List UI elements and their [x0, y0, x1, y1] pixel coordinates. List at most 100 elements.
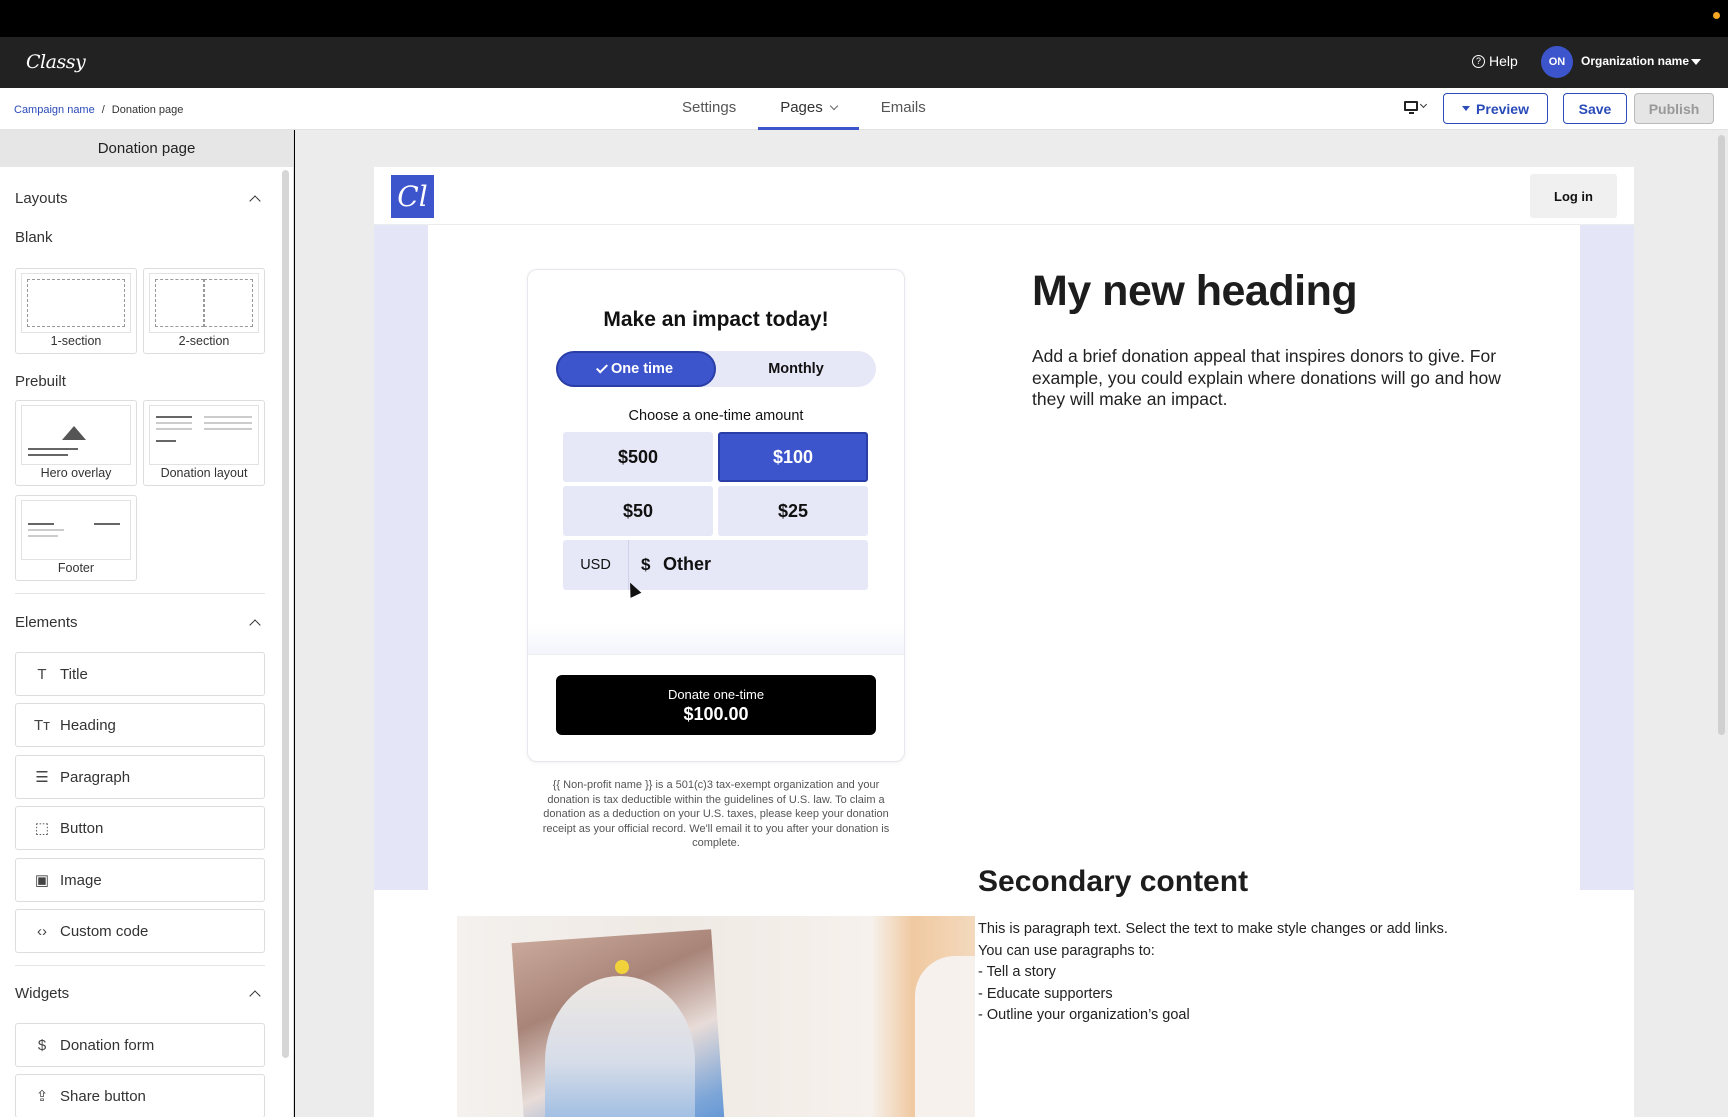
- frequency-toggle: One time Monthly: [556, 351, 876, 387]
- login-button[interactable]: Log in: [1530, 174, 1617, 218]
- mountain-icon: [62, 426, 86, 440]
- desktop-icon: [1404, 101, 1418, 114]
- breadcrumb: Campaign name / Donation page: [14, 104, 183, 116]
- widgets-title: Widgets: [15, 985, 70, 1002]
- other-amount-input[interactable]: USD $ Other: [563, 540, 868, 590]
- other-placeholder: Other: [663, 554, 712, 574]
- hero-section: Make an impact today! One time Monthly C…: [374, 225, 1634, 890]
- blank-subheading: Blank: [15, 229, 53, 246]
- layout-donation[interactable]: Donation layout: [143, 400, 265, 486]
- system-top-bar: [0, 0, 1728, 37]
- widget-share-button[interactable]: ⇪ Share button: [15, 1074, 265, 1117]
- page-header: Cl Log in: [374, 167, 1634, 225]
- element-label: Image: [60, 871, 102, 889]
- org-name[interactable]: Organization name: [1581, 54, 1689, 68]
- element-label: Heading: [60, 716, 116, 734]
- element-paragraph[interactable]: ☰ Paragraph: [15, 755, 265, 799]
- donate-button[interactable]: Donate one-time $100.00: [556, 675, 876, 735]
- heading-icon: Tт: [33, 716, 51, 734]
- help-link[interactable]: ? Help: [1472, 53, 1518, 69]
- hero-heading[interactable]: My new heading: [1032, 267, 1358, 316]
- layout-thumbnail: [149, 273, 259, 333]
- divider: [15, 965, 265, 966]
- layout-thumbnail: [21, 405, 131, 465]
- editor-tabs: Settings Pages Emails: [660, 88, 948, 130]
- one-time-option[interactable]: One time: [556, 351, 716, 387]
- save-button[interactable]: Save: [1563, 93, 1627, 124]
- breadcrumb-separator: /: [101, 104, 105, 116]
- tab-settings[interactable]: Settings: [660, 88, 758, 130]
- element-title[interactable]: T Title: [15, 652, 265, 696]
- element-heading[interactable]: Tт Heading: [15, 703, 265, 747]
- image-icon: ▣: [34, 872, 50, 889]
- tab-emails[interactable]: Emails: [859, 88, 948, 130]
- hero-paragraph[interactable]: Add a brief donation appeal that inspire…: [1032, 346, 1532, 411]
- preview-button[interactable]: Preview: [1443, 93, 1548, 124]
- form-title: Make an impact today!: [603, 308, 829, 331]
- recording-indicator: [1713, 12, 1720, 19]
- elements-title: Elements: [15, 614, 78, 631]
- paragraph-icon: ☰: [35, 769, 49, 786]
- amount-option[interactable]: $25: [718, 486, 868, 536]
- breadcrumb-campaign[interactable]: Campaign name: [14, 104, 95, 116]
- page-preview: Cl Log in Make an impact today! One time…: [374, 167, 1634, 1117]
- element-label: Button: [60, 819, 104, 837]
- check-icon: [595, 360, 608, 374]
- element-button[interactable]: ⬚ Button: [15, 806, 265, 850]
- element-custom-code[interactable]: ‹› Custom code: [15, 909, 265, 953]
- layout-thumbnail: [21, 500, 131, 560]
- secondary-paragraph[interactable]: This is paragraph text. Select the text …: [978, 919, 1448, 1027]
- layout-1-section[interactable]: 1-section: [15, 268, 137, 354]
- amount-option-selected[interactable]: $100: [718, 432, 868, 482]
- sidebar-scrollbar[interactable]: [282, 170, 289, 1058]
- donation-form-icon: $: [37, 1036, 47, 1054]
- donation-form: Make an impact today! One time Monthly C…: [527, 269, 905, 762]
- chevron-up-icon[interactable]: [249, 989, 261, 1002]
- one-time-label: One time: [610, 361, 674, 377]
- layout-label: Hero overlay: [40, 466, 112, 480]
- currency-select[interactable]: USD: [563, 540, 629, 590]
- element-label: Paragraph: [60, 768, 131, 786]
- widget-label: Donation form: [60, 1036, 155, 1054]
- amount-option[interactable]: $500: [563, 432, 713, 482]
- sidebar-title: Donation page: [0, 130, 293, 167]
- layout-footer[interactable]: Footer: [15, 495, 137, 581]
- secondary-heading[interactable]: Secondary content: [978, 865, 1248, 899]
- layouts-title: Layouts: [15, 190, 68, 207]
- secondary-image[interactable]: [457, 916, 975, 1117]
- chevron-down-icon: [829, 101, 838, 110]
- monthly-option[interactable]: Monthly: [716, 351, 876, 387]
- layout-thumbnail: [149, 405, 259, 465]
- donate-button-line1: Donate one-time: [667, 687, 765, 702]
- avatar[interactable]: ON: [1541, 46, 1573, 78]
- title-icon: T: [37, 665, 47, 683]
- layout-thumbnail: [21, 273, 131, 333]
- currency-symbol: $: [641, 555, 651, 574]
- chevron-up-icon[interactable]: [249, 194, 261, 207]
- divider: [15, 593, 265, 594]
- caret-down-icon: [1462, 106, 1471, 111]
- amount-option[interactable]: $50: [563, 486, 713, 536]
- layout-hero-overlay[interactable]: Hero overlay: [15, 400, 137, 486]
- element-label: Title: [60, 665, 88, 683]
- chevron-up-icon[interactable]: [249, 618, 261, 631]
- layout-label: Footer: [57, 561, 95, 575]
- layout-label: 2-section: [178, 334, 230, 348]
- sidebar: Donation page Layouts Blank 1-section 2-…: [0, 130, 294, 1117]
- paragraph-line: - Outline your organization’s goal: [978, 1007, 1190, 1023]
- classy-logo[interactable]: Classy: [26, 51, 86, 73]
- element-image[interactable]: ▣ Image: [15, 858, 265, 902]
- widget-donation-form[interactable]: $ Donation form: [15, 1023, 265, 1067]
- publish-button[interactable]: Publish: [1634, 93, 1714, 124]
- caret-down-icon[interactable]: [1691, 59, 1701, 65]
- page-logo[interactable]: Cl: [391, 175, 434, 218]
- elements-section-header[interactable]: Elements: [15, 614, 265, 631]
- widgets-section-header[interactable]: Widgets: [15, 985, 265, 1002]
- canvas-scrollbar[interactable]: [1718, 135, 1725, 735]
- layout-2-section[interactable]: 2-section: [143, 268, 265, 354]
- page-canvas[interactable]: Cl Log in Make an impact today! One time…: [295, 130, 1728, 1117]
- code-icon: ‹›: [37, 922, 47, 940]
- tab-pages[interactable]: Pages: [758, 88, 859, 130]
- layouts-section-header[interactable]: Layouts: [15, 190, 265, 207]
- device-toggle[interactable]: [1404, 100, 1428, 114]
